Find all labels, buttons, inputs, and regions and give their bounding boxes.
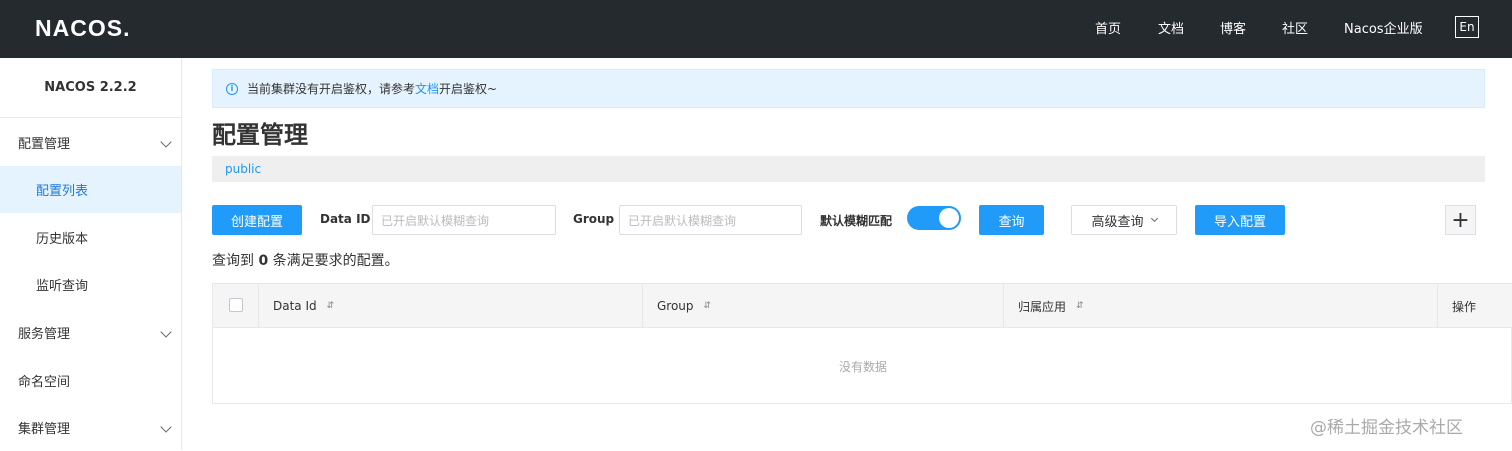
nav-blog[interactable]: 博客	[1220, 18, 1246, 37]
query-button[interactable]: 查询	[979, 205, 1044, 235]
notice-text-prefix: 当前集群没有开启鉴权，请参考	[247, 82, 416, 96]
result-count: 0	[258, 253, 269, 269]
result-prefix: 查询到	[212, 253, 259, 269]
column-header-group[interactable]: Group ⇵	[643, 284, 1004, 328]
top-navbar: NACOS. 首页 文档 博客 社区 Nacos企业版 En	[0, 0, 1512, 58]
toggle-knob	[939, 208, 959, 228]
sidebar-item-config-list[interactable]: 配置列表	[0, 166, 181, 213]
sidebar: NACOS 2.2.2 配置管理 配置列表 历史版本 监听查询 服务管理 命名空…	[0, 58, 182, 450]
chevron-down-icon	[160, 421, 172, 433]
plus-icon[interactable]: +	[1445, 205, 1476, 235]
nacos-logo[interactable]: NACOS.	[35, 14, 130, 42]
sidebar-item-label: 配置列表	[36, 184, 89, 199]
sidebar-item-label: 配置管理	[18, 137, 71, 152]
notice-docs-link[interactable]: 文档	[415, 80, 439, 97]
language-switch-button[interactable]: En	[1455, 16, 1479, 38]
sidebar-item-config-management[interactable]: 配置管理	[0, 119, 181, 166]
result-suffix: 条满足要求的配置。	[268, 253, 399, 269]
chevron-down-icon	[1150, 214, 1158, 223]
nav-community[interactable]: 社区	[1282, 18, 1308, 37]
column-label: 操作	[1452, 299, 1477, 314]
auth-notice: i 当前集群没有开启鉴权，请参考 文档 开启鉴权~	[212, 69, 1485, 108]
nav-docs[interactable]: 文档	[1158, 18, 1184, 37]
namespace-bar: public	[212, 156, 1485, 182]
version-label: NACOS 2.2.2	[0, 58, 181, 118]
column-label: Group	[657, 299, 694, 313]
column-header-actions: 操作	[1438, 284, 1512, 328]
watermark: @稀土掘金技术社区	[1310, 418, 1463, 438]
select-all-cell	[213, 284, 259, 328]
sidebar-item-label: 集群管理	[18, 422, 71, 437]
advanced-query-label: 高级查询	[1091, 214, 1144, 230]
logo-text: NACOS	[35, 14, 124, 41]
chevron-down-icon	[160, 326, 172, 338]
table-header: Data Id ⇵ Group ⇵ 归属应用 ⇵ 操作	[213, 284, 1512, 328]
fuzzy-match-toggle[interactable]	[907, 206, 961, 230]
config-table: Data Id ⇵ Group ⇵ 归属应用 ⇵ 操作 没有数据	[212, 283, 1512, 404]
sidebar-item-label: 命名空间	[18, 375, 71, 390]
logo-dot: .	[123, 14, 131, 41]
import-config-button[interactable]: 导入配置	[1195, 205, 1285, 235]
sidebar-item-listener-query[interactable]: 监听查询	[0, 261, 181, 308]
select-all-checkbox[interactable]	[229, 298, 243, 312]
namespace-public[interactable]: public	[225, 162, 261, 176]
info-icon: i	[226, 82, 238, 95]
column-label: Data Id	[273, 299, 317, 313]
column-header-dataid[interactable]: Data Id ⇵	[259, 284, 643, 328]
sidebar-item-label: 监听查询	[36, 279, 89, 294]
nav-home[interactable]: 首页	[1095, 18, 1121, 37]
fuzzy-match-label: 默认模糊匹配	[820, 214, 893, 228]
table-empty-state: 没有数据	[838, 359, 887, 374]
create-config-button[interactable]: 创建配置	[212, 205, 302, 235]
advanced-query-button[interactable]: 高级查询	[1071, 205, 1177, 235]
group-label: Group	[573, 212, 615, 226]
sidebar-item-label: 历史版本	[36, 232, 89, 247]
sort-icon[interactable]: ⇵	[704, 301, 712, 311]
page-title: 配置管理	[212, 121, 308, 149]
sidebar-item-cluster-management[interactable]: 集群管理	[0, 404, 181, 451]
column-label: 归属应用	[1018, 299, 1067, 314]
sort-icon[interactable]: ⇵	[327, 301, 335, 311]
chevron-down-icon	[160, 136, 172, 148]
sort-icon[interactable]: ⇵	[1076, 301, 1084, 311]
notice-text-suffix: 开启鉴权~	[439, 82, 498, 96]
sidebar-item-service-management[interactable]: 服务管理	[0, 309, 181, 356]
sidebar-item-label: 服务管理	[18, 327, 71, 342]
nav-enterprise[interactable]: Nacos企业版	[1344, 18, 1423, 37]
dataid-input[interactable]: 已开启默认模糊查询	[372, 205, 556, 235]
sidebar-item-namespace[interactable]: 命名空间	[0, 357, 181, 404]
group-input[interactable]: 已开启默认模糊查询	[619, 205, 802, 235]
query-result-text: 查询到 0 条满足要求的配置。	[212, 250, 399, 270]
dataid-label: Data ID	[320, 212, 371, 226]
column-header-app[interactable]: 归属应用 ⇵	[1004, 284, 1438, 328]
sidebar-item-history[interactable]: 历史版本	[0, 214, 181, 261]
